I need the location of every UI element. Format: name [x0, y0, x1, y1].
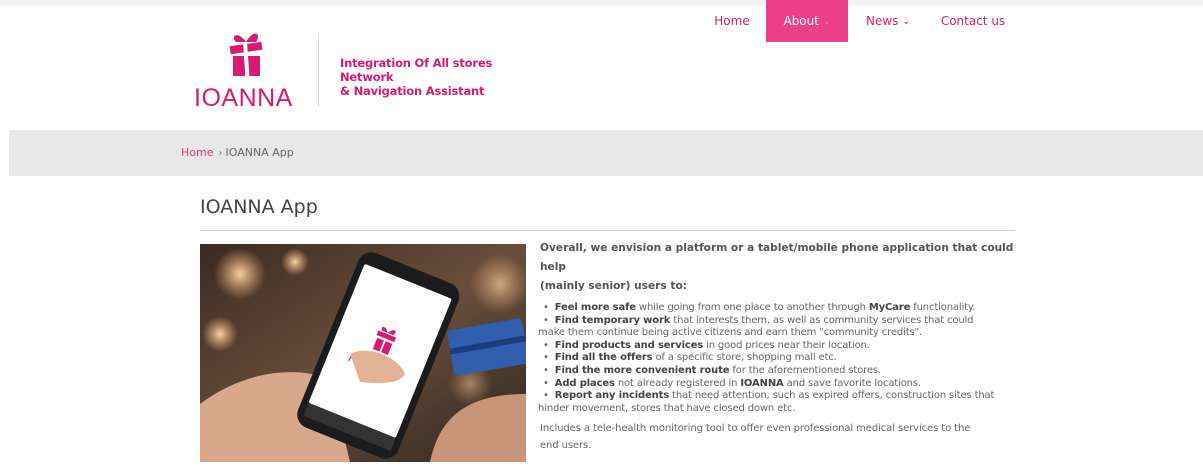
article-body: Overall, we envision a platform or a tab…: [538, 239, 1016, 454]
intro-paragraph: Overall, we envision a platform or a tab…: [540, 239, 1016, 296]
nav-news[interactable]: News ⌄: [856, 0, 920, 42]
outro-line-2: end users.: [540, 440, 592, 452]
intro-line-2: (mainly senior) users to:: [540, 280, 687, 292]
site-tagline: Integration Of All stores Network & Navi…: [340, 56, 540, 98]
breadcrumb-current: IOANNA App: [225, 146, 294, 159]
ioanna-logo[interactable]: IOANNA: [194, 26, 304, 112]
chevron-down-icon: ⌄: [902, 17, 910, 27]
feature-list: • Feel more safe while going from one pla…: [538, 302, 1016, 415]
gift-box-icon: [229, 33, 263, 77]
intro-line-1: Overall, we envision a platform or a tab…: [540, 242, 1014, 273]
list-item: • Find all the offers of a specific store…: [543, 352, 837, 364]
logo-wordmark: IOANNA: [194, 84, 293, 112]
title-divider: [200, 230, 1015, 231]
breadcrumb-bar: Home › IOANNA App: [9, 130, 1203, 176]
nav-about[interactable]: About ⌄: [766, 0, 848, 42]
outro-line-1: Includes a tele-health monitoring tool t…: [540, 423, 971, 435]
top-strip: [0, 0, 1203, 6]
nav-contact-us[interactable]: Contact us: [938, 0, 1008, 42]
tagline-line-2: & Navigation Assistant: [340, 84, 485, 98]
list-item: • Find the more convenient route for the …: [543, 364, 881, 376]
breadcrumb-separator-icon: ›: [218, 148, 223, 159]
breadcrumb-home-link[interactable]: Home: [181, 146, 213, 159]
list-item: • Feel more safe while going from one pla…: [543, 302, 976, 313]
list-item: • Report any incidents that need attentio…: [538, 390, 995, 414]
list-item: • Find temporary work that interests them…: [538, 314, 974, 339]
breadcrumb: Home › IOANNA App: [181, 146, 294, 159]
nav-contact-label: Contact us: [940, 14, 1006, 28]
chevron-down-icon: ⌄: [822, 17, 831, 27]
nav-news-label: News: [866, 14, 899, 28]
phone-app-photo: IOANNA: [200, 244, 526, 462]
outro-paragraph: Includes a tele-health monitoring tool t…: [540, 420, 1016, 454]
list-item: • Find products and services in good pric…: [543, 339, 870, 351]
logo-divider: [318, 34, 319, 106]
nav-home[interactable]: Home: [700, 0, 764, 42]
page-title: IOANNA App: [200, 196, 318, 218]
list-item: • Add places not already registered in IO…: [543, 377, 921, 389]
tagline-line-1: Integration Of All stores Network: [340, 56, 493, 84]
nav-home-label: Home: [714, 14, 750, 28]
nav-about-label: About: [783, 14, 819, 28]
